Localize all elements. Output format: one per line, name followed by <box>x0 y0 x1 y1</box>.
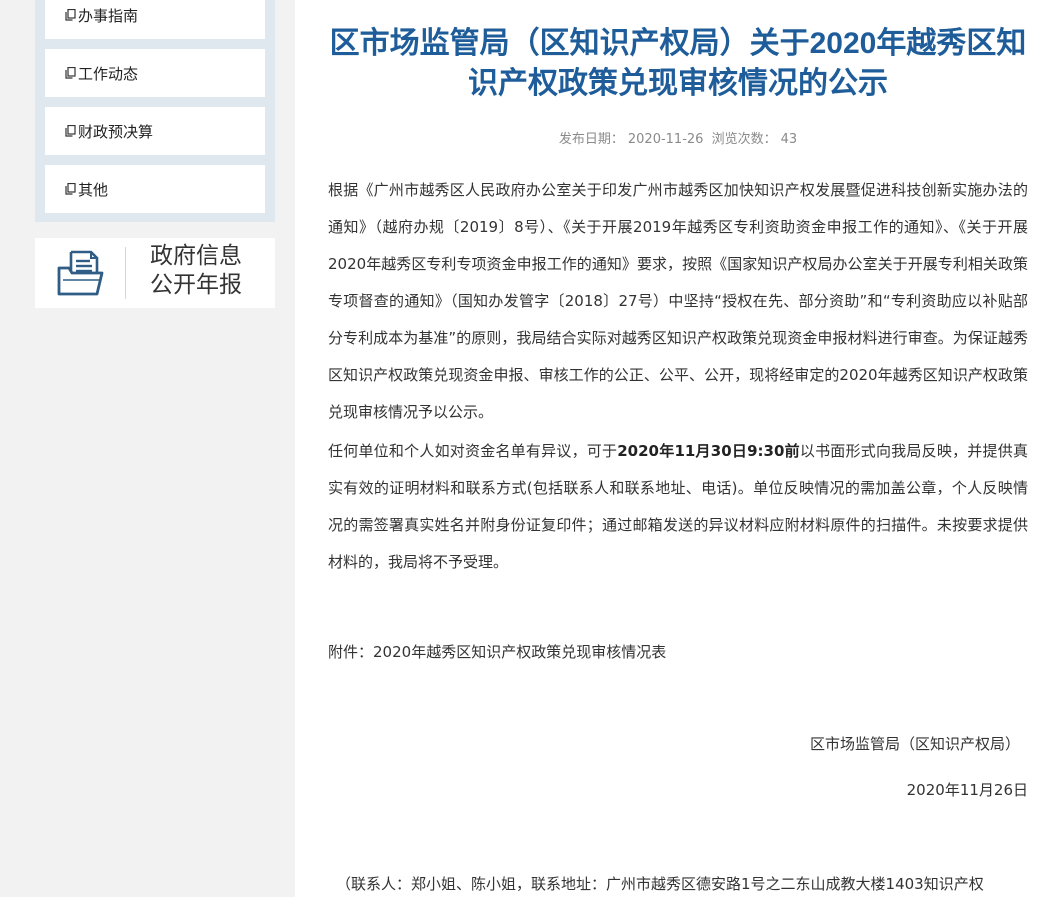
divider <box>125 247 126 299</box>
sidebar-item-guide[interactable]: 办事指南 <box>45 0 265 39</box>
publish-date: 2020-11-26 <box>627 132 704 147</box>
article-paragraph-2: 任何单位和个人如对资金名单有异议，可于2020年11月30日9:30前以书面形式… <box>328 433 1028 581</box>
view-count: 43 <box>780 132 798 147</box>
sidebar-item-label: 其他 <box>78 180 109 199</box>
signature-org: 区市场监管局（区知识产权局） <box>809 735 1020 753</box>
annual-report-link[interactable]: 政府信息 公开年报 <box>35 238 275 308</box>
sidebar-item-label: 财政预决算 <box>78 122 154 141</box>
annual-report-line1: 政府信息 <box>150 243 242 269</box>
contact-info: （联系人：郑小姐、陈小姐，联系地址：广州市越秀区德安路1号之二东山成教大楼140… <box>336 875 984 893</box>
publish-date-label: 发布日期： <box>558 132 624 147</box>
sidebar-item-work-news[interactable]: 工作动态 <box>45 49 265 97</box>
annual-report-label: 政府信息 公开年报 <box>150 242 260 300</box>
attachment: 附件：2020年越秀区知识产权政策兑现审核情况表 <box>328 639 666 665</box>
article-title: 区市场监管局（区知识产权局）关于2020年越秀区知识产权政策兑现审核情况的公示 <box>329 27 1027 100</box>
annual-report-line2: 公开年报 <box>150 272 242 298</box>
signature-date: 2020年11月26日 <box>906 781 1028 799</box>
document-icon <box>64 125 76 137</box>
document-icon <box>64 183 76 195</box>
folder-document-icon <box>57 250 105 296</box>
view-count-label: 浏览次数： <box>711 132 777 147</box>
article-paragraph-1: 根据《广州市越秀区人民政府办公室关于印发广州市越秀区加快知识产权发展暨促进科技创… <box>328 181 1028 421</box>
attachment-name: 2020年越秀区知识产权政策兑现审核情况表 <box>373 643 667 661</box>
document-icon <box>64 67 76 79</box>
objection-deadline: 2020年11月30日9:30前 <box>617 442 800 460</box>
sidebar-item-label: 工作动态 <box>78 64 139 83</box>
attachment-label: 附件： <box>328 643 374 661</box>
paragraph-text: 任何单位和个人如对资金名单有异议，可于 <box>328 442 618 460</box>
sidebar-item-other[interactable]: 其他 <box>45 165 265 213</box>
sidebar-menu: 办事指南 工作动态 财政预决算 其他 <box>35 0 275 222</box>
sidebar: 办事指南 工作动态 财政预决算 其他 政府信息 公开年报 <box>0 0 295 897</box>
sidebar-item-budget[interactable]: 财政预决算 <box>45 107 265 155</box>
paragraph-text: 以书面形式向我局反映，并提供真实有效的证明材料和联系方式(包括联系人和联系地址、… <box>328 442 1028 571</box>
sidebar-item-label: 办事指南 <box>78 6 139 25</box>
document-icon <box>64 9 76 21</box>
article-meta: 发布日期： 2020-11-26 浏览次数： 43 <box>328 128 1028 147</box>
page: 办事指南 工作动态 财政预决算 其他 政府信息 公开年报 区市场监管局（区知识产… <box>0 0 1063 897</box>
